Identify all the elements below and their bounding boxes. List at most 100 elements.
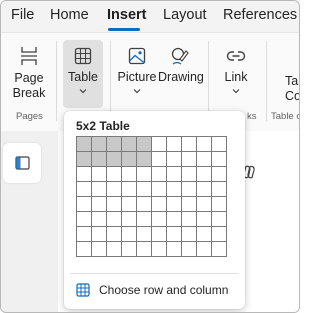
table-grid-cell[interactable]: [137, 152, 152, 167]
table-grid-cell[interactable]: [122, 182, 137, 197]
table-grid-cell[interactable]: [122, 197, 137, 212]
tab-home[interactable]: Home: [50, 7, 89, 23]
table-grid-cell[interactable]: [197, 197, 212, 212]
tab-references[interactable]: References: [223, 7, 297, 23]
table-grid-cell[interactable]: [77, 212, 92, 227]
table-grid-cell[interactable]: [167, 212, 182, 227]
table-grid-cell[interactable]: [212, 227, 227, 242]
table-grid-cell[interactable]: [77, 137, 92, 152]
table-grid-cell[interactable]: [77, 227, 92, 242]
tab-layout[interactable]: Layout: [163, 7, 207, 23]
table-grid-cell[interactable]: [107, 227, 122, 242]
table-grid-cell[interactable]: [137, 227, 152, 242]
table-grid-cell[interactable]: [92, 242, 107, 257]
table-grid-cell[interactable]: [152, 227, 167, 242]
table-grid-cell[interactable]: [167, 242, 182, 257]
table-grid-cell[interactable]: [92, 197, 107, 212]
table-size-grid[interactable]: [76, 136, 227, 257]
table-grid-cell[interactable]: [122, 137, 137, 152]
table-grid-cell[interactable]: [122, 212, 137, 227]
table-grid-cell[interactable]: [137, 182, 152, 197]
table-grid-cell[interactable]: [182, 242, 197, 257]
table-grid-cell[interactable]: [152, 212, 167, 227]
table-grid-cell[interactable]: [182, 152, 197, 167]
table-grid-cell[interactable]: [122, 167, 137, 182]
table-grid-cell[interactable]: [212, 212, 227, 227]
table-of-contents-button[interactable]: Ta Co: [285, 74, 299, 104]
table-grid-cell[interactable]: [197, 242, 212, 257]
table-grid-cell[interactable]: [107, 182, 122, 197]
table-grid-cell[interactable]: [92, 227, 107, 242]
table-grid-cell[interactable]: [167, 152, 182, 167]
page-break-button[interactable]: Page Break: [7, 45, 51, 101]
drawing-button[interactable]: Drawing: [158, 46, 204, 85]
table-grid-cell[interactable]: [182, 182, 197, 197]
table-grid-cell[interactable]: [152, 197, 167, 212]
table-grid-cell[interactable]: [107, 167, 122, 182]
table-grid-cell[interactable]: [167, 137, 182, 152]
table-grid-cell[interactable]: [197, 182, 212, 197]
table-grid-cell[interactable]: [212, 182, 227, 197]
table-grid-cell[interactable]: [167, 227, 182, 242]
table-grid-cell[interactable]: [122, 242, 137, 257]
table-grid-cell[interactable]: [137, 212, 152, 227]
choose-row-and-column-item[interactable]: Choose row and column: [70, 277, 239, 303]
table-grid-cell[interactable]: [212, 197, 227, 212]
table-grid-cell[interactable]: [197, 227, 212, 242]
table-grid-cell[interactable]: [152, 137, 167, 152]
table-grid-cell[interactable]: [182, 137, 197, 152]
table-grid-cell[interactable]: [167, 167, 182, 182]
table-grid-cell[interactable]: [182, 167, 197, 182]
table-grid-cell[interactable]: [137, 167, 152, 182]
table-grid-cell[interactable]: [152, 152, 167, 167]
table-grid-cell[interactable]: [167, 182, 182, 197]
table-grid-cell[interactable]: [212, 242, 227, 257]
table-grid-cell[interactable]: [137, 197, 152, 212]
table-grid-cell[interactable]: [92, 152, 107, 167]
table-grid-cell[interactable]: [77, 167, 92, 182]
table-button[interactable]: Table: [63, 40, 103, 108]
table-grid-cell[interactable]: [77, 182, 92, 197]
table-grid-cell[interactable]: [182, 227, 197, 242]
table-grid-cell[interactable]: [137, 137, 152, 152]
navigation-pane-button[interactable]: [3, 143, 41, 183]
table-grid-cell[interactable]: [107, 242, 122, 257]
table-grid-cell[interactable]: [197, 212, 212, 227]
table-grid-cell[interactable]: [122, 227, 137, 242]
table-grid-cell[interactable]: [107, 212, 122, 227]
table-grid-cell[interactable]: [197, 137, 212, 152]
table-grid-cell[interactable]: [212, 167, 227, 182]
table-button-label: Table: [68, 70, 98, 84]
ribbon-separator: [266, 41, 267, 121]
table-grid-cell[interactable]: [92, 182, 107, 197]
tab-insert[interactable]: Insert: [107, 7, 147, 23]
table-grid-cell[interactable]: [212, 137, 227, 152]
table-grid-cell[interactable]: [182, 197, 197, 212]
table-grid-cell[interactable]: [152, 167, 167, 182]
table-icon: [76, 283, 90, 297]
table-of-contents-label-line1: Ta: [285, 74, 299, 88]
table-grid-cell[interactable]: [197, 167, 212, 182]
table-grid-cell[interactable]: [152, 242, 167, 257]
table-grid-cell[interactable]: [197, 152, 212, 167]
table-grid-cell[interactable]: [92, 137, 107, 152]
link-button[interactable]: Link: [216, 46, 256, 94]
tab-file[interactable]: File: [11, 7, 34, 23]
table-grid-cell[interactable]: [77, 197, 92, 212]
table-grid-cell[interactable]: [107, 137, 122, 152]
table-grid-cell[interactable]: [212, 152, 227, 167]
picture-button[interactable]: Picture: [117, 46, 157, 94]
table-grid-cell[interactable]: [77, 152, 92, 167]
table-grid-cell[interactable]: [92, 212, 107, 227]
page-break-label-line1: Page: [14, 71, 44, 85]
table-grid-cell[interactable]: [92, 167, 107, 182]
table-grid-cell[interactable]: [137, 242, 152, 257]
group-label-links: ks: [247, 111, 257, 122]
table-grid-cell[interactable]: [152, 182, 167, 197]
table-grid-cell[interactable]: [77, 242, 92, 257]
table-grid-cell[interactable]: [107, 152, 122, 167]
table-grid-cell[interactable]: [182, 212, 197, 227]
table-grid-cell[interactable]: [167, 197, 182, 212]
table-grid-cell[interactable]: [107, 197, 122, 212]
table-grid-cell[interactable]: [122, 152, 137, 167]
